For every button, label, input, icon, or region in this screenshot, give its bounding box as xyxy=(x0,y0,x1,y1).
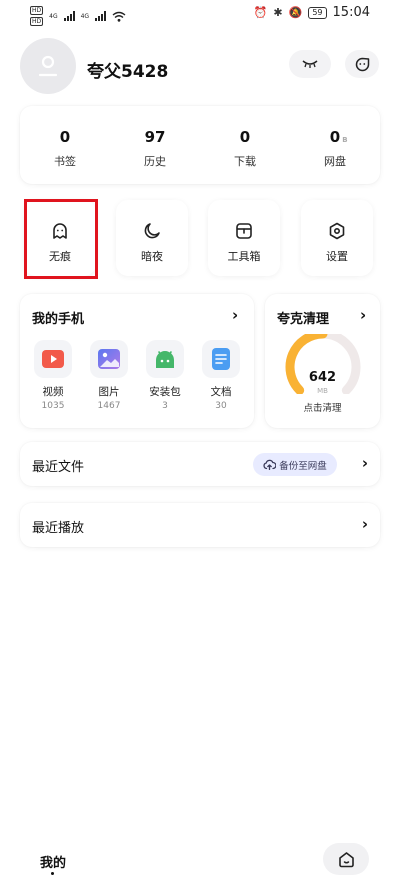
battery-indicator: 59 xyxy=(308,6,327,19)
toolbox-icon xyxy=(236,223,252,239)
tile-label: 工具箱 xyxy=(227,250,261,263)
alarm-icon: ⏰ xyxy=(253,6,268,19)
app-videos[interactable]: 视频 1035 xyxy=(31,340,75,411)
cleanup-value: 642 xyxy=(308,370,337,385)
stat-label: 历史 xyxy=(144,155,166,168)
chevron-right-icon[interactable]: › xyxy=(232,306,238,324)
sim1-hd-badge: HD xyxy=(30,6,44,15)
stat-label: 下载 xyxy=(234,155,256,168)
recent-files-label: 最近文件 xyxy=(32,460,85,475)
stat-history[interactable]: 97 历史 xyxy=(110,106,200,184)
image-icon-bg xyxy=(90,340,128,378)
document-icon xyxy=(212,348,230,370)
chat-face-icon xyxy=(355,57,369,71)
app-label: 文档 xyxy=(210,386,232,398)
sim-indicators: HD HD xyxy=(30,6,44,26)
mute-icon: 🔕 xyxy=(288,6,303,19)
chevron-right-icon[interactable]: › xyxy=(362,454,368,472)
image-icon xyxy=(98,349,120,369)
stat-value: 97 xyxy=(144,128,166,146)
app-count: 3 xyxy=(162,401,168,411)
stat-downloads[interactable]: 0 下载 xyxy=(200,106,290,184)
app-label: 视频 xyxy=(42,386,64,398)
recent-play-row[interactable]: 最近播放 › xyxy=(20,503,380,547)
signal-2-icon xyxy=(95,11,107,21)
app-documents[interactable]: 文档 30 xyxy=(199,340,243,411)
tile-toolbox[interactable]: 工具箱 xyxy=(208,200,280,276)
chevron-right-icon[interactable]: › xyxy=(362,515,368,533)
stat-value: 0B xyxy=(329,128,348,146)
status-time: 15:04 xyxy=(332,5,370,20)
wifi-icon xyxy=(112,11,126,22)
app-label: 图片 xyxy=(98,386,120,398)
backup-label: 备份至网盘 xyxy=(279,460,327,472)
video-icon xyxy=(42,350,64,368)
privacy-eye-button[interactable] xyxy=(289,50,331,78)
tab-mine[interactable]: 我的 xyxy=(40,852,66,871)
home-button[interactable] xyxy=(323,843,369,875)
status-bar: HD HD 4G 4G ⏰ ✱ 🔕 59 15:04 xyxy=(0,0,400,28)
document-icon-bg xyxy=(202,340,240,378)
my-phone-card[interactable]: 我的手机 › 视频 1035 图片 1467 安装包 3 文档 30 xyxy=(20,294,254,428)
status-right: ⏰ ✱ 🔕 59 15:04 xyxy=(254,5,370,20)
cloud-upload-icon xyxy=(263,459,277,470)
tile-label: 设置 xyxy=(326,250,348,263)
app-count: 30 xyxy=(215,401,227,411)
stat-value: 0 xyxy=(239,128,251,146)
stat-value-number: 0 xyxy=(329,128,341,146)
stats-card: 0 书签 97 历史 0 下载 0B 网盘 xyxy=(20,106,380,184)
video-icon-bg xyxy=(34,340,72,378)
stat-value: 0 xyxy=(59,128,71,146)
stat-label: 网盘 xyxy=(324,155,346,168)
stat-cloud-drive[interactable]: 0B 网盘 xyxy=(290,106,380,184)
android-icon-bg xyxy=(146,340,184,378)
cleanup-action[interactable]: 点击清理 xyxy=(265,400,380,414)
stat-unit: B xyxy=(342,136,348,144)
cleanup-title: 夸克清理 xyxy=(277,312,330,327)
tile-label: 无痕 xyxy=(49,250,71,263)
app-count: 1035 xyxy=(41,401,65,411)
tile-label: 暗夜 xyxy=(141,250,163,263)
stat-label: 书签 xyxy=(54,155,76,168)
chat-button[interactable] xyxy=(345,50,379,78)
network-1-label: 4G xyxy=(49,12,58,20)
signal-1-icon xyxy=(63,11,75,21)
app-images[interactable]: 图片 1467 xyxy=(87,340,131,411)
eye-closed-icon xyxy=(302,60,318,68)
network-2-label: 4G xyxy=(80,12,90,20)
app-label: 安装包 xyxy=(149,386,181,398)
my-phone-title: 我的手机 xyxy=(32,312,85,327)
app-packages[interactable]: 安装包 3 xyxy=(143,340,187,411)
avatar-person-icon xyxy=(38,55,58,77)
settings-hexagon-icon xyxy=(329,222,345,240)
recent-play-label: 最近播放 xyxy=(32,521,85,536)
cleanup-gauge xyxy=(285,334,361,394)
tile-night-mode[interactable]: 暗夜 xyxy=(116,200,188,276)
moon-icon xyxy=(144,223,160,239)
cleanup-unit: MB xyxy=(317,387,328,395)
status-left: HD HD 4G 4G xyxy=(30,6,126,26)
bluetooth-icon: ✱ xyxy=(273,6,283,19)
chevron-right-icon[interactable]: › xyxy=(360,306,366,324)
stat-bookmarks[interactable]: 0 书签 xyxy=(20,106,110,184)
quark-cleanup-card[interactable]: 夸克清理 › 642 MB 点击清理 xyxy=(265,294,380,428)
backup-to-cloud-button[interactable]: 备份至网盘 xyxy=(253,453,337,476)
username[interactable]: 夸父5428 xyxy=(87,57,168,82)
tile-incognito[interactable]: 无痕 xyxy=(24,200,96,276)
sim2-hd-badge: HD xyxy=(30,17,44,26)
android-icon xyxy=(156,351,174,368)
recent-files-row[interactable]: 最近文件 备份至网盘 › xyxy=(20,442,380,486)
ghost-icon xyxy=(53,223,67,239)
tile-settings[interactable]: 设置 xyxy=(301,200,373,276)
app-count: 1467 xyxy=(97,401,121,411)
active-tab-dot xyxy=(51,872,54,875)
avatar[interactable] xyxy=(20,38,76,94)
home-icon xyxy=(338,851,354,867)
